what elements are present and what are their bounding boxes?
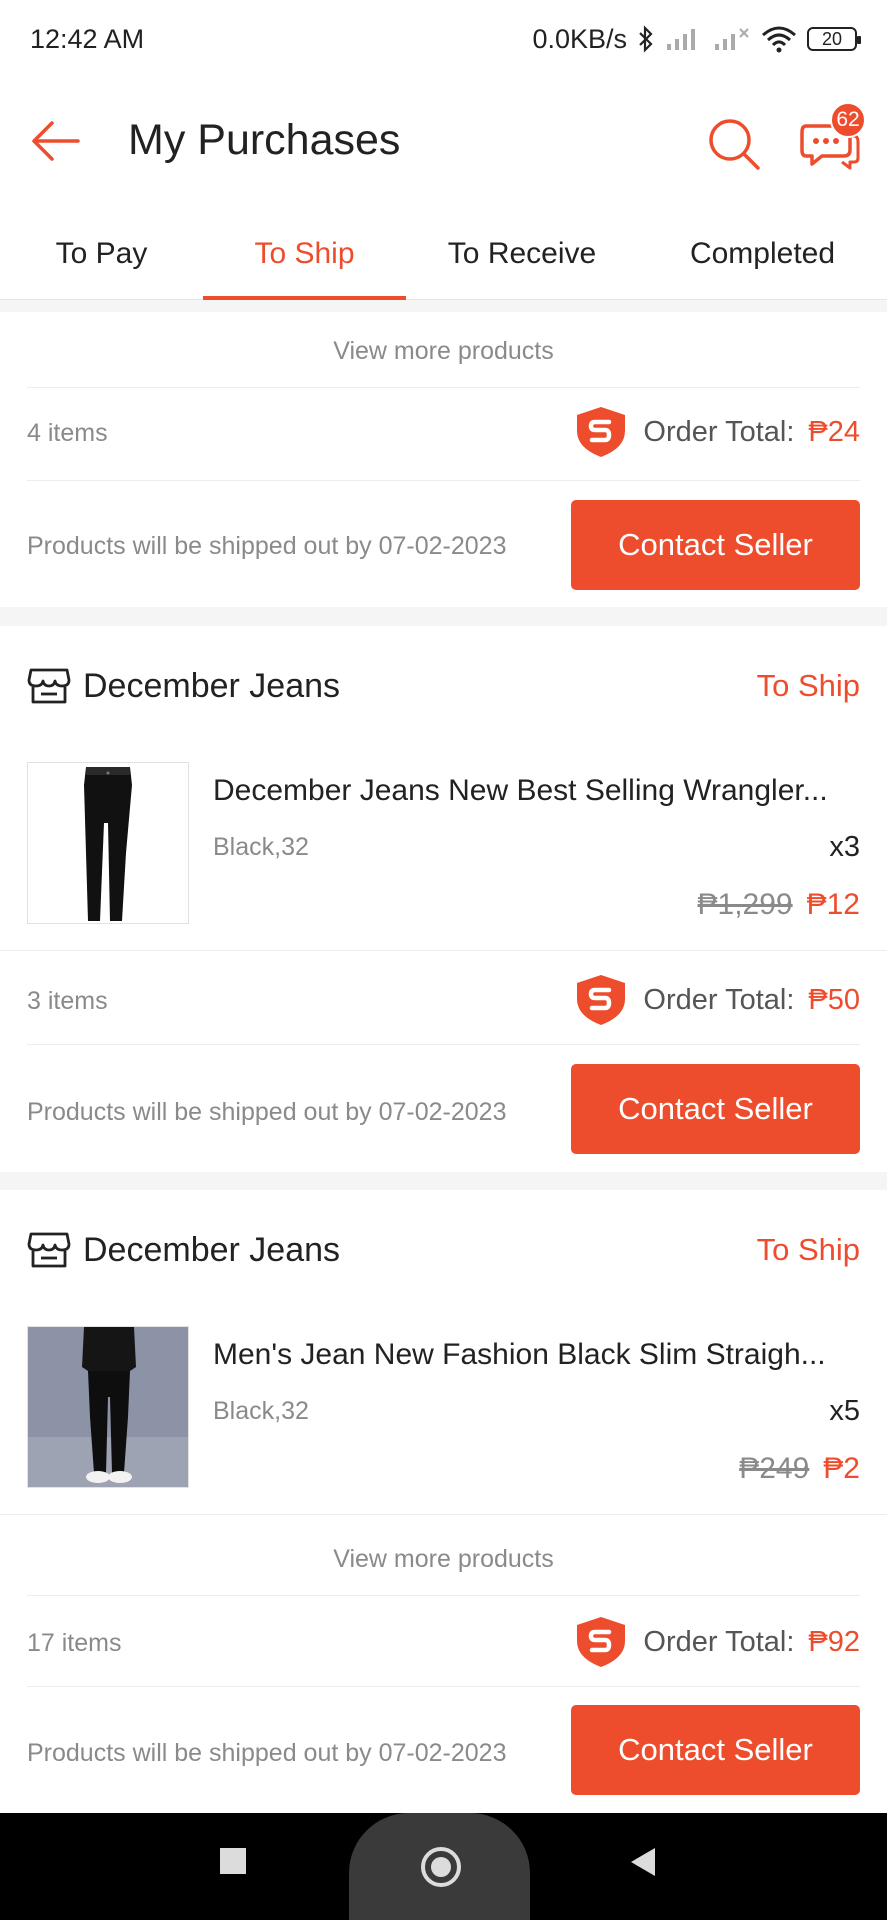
home-circle-icon bbox=[421, 1847, 461, 1887]
back-triangle-icon bbox=[631, 1848, 655, 1876]
order-card: December Jeans To Ship Men's Jean New Fa… bbox=[0, 1190, 887, 1813]
order-total-amount: ₱24 bbox=[808, 415, 860, 448]
ship-by-note: Products will be shipped out by 07-02-20… bbox=[27, 532, 507, 560]
tab-label: To Ship bbox=[254, 237, 355, 270]
order-total: Order Total: ₱50 bbox=[573, 972, 860, 1028]
product-thumbnail[interactable] bbox=[27, 1326, 189, 1488]
chat-badge: 62 bbox=[830, 102, 866, 138]
product-name[interactable]: Men's Jean New Fashion Black Slim Straig… bbox=[213, 1338, 860, 1372]
status-bar: 12:42 AM 0.0KB/s 20 bbox=[0, 0, 887, 78]
product-variant: Black,32 bbox=[213, 1397, 309, 1425]
shopee-guarantee-shield-icon bbox=[577, 407, 626, 457]
product-quantity: x5 bbox=[829, 1395, 860, 1427]
original-price: ₱1,299 bbox=[697, 888, 793, 921]
order-total-amount: ₱50 bbox=[808, 983, 860, 1016]
signal-icon bbox=[667, 29, 695, 50]
bluetooth-icon bbox=[639, 25, 653, 53]
divider bbox=[27, 1044, 860, 1045]
divider bbox=[27, 387, 860, 388]
wifi-icon bbox=[762, 26, 796, 53]
divider bbox=[0, 1514, 887, 1515]
contact-seller-button[interactable]: Contact Seller bbox=[571, 500, 860, 590]
sale-price: ₱2 bbox=[823, 1452, 860, 1485]
shopee-guarantee-shield-icon bbox=[577, 975, 626, 1025]
tab-label: Completed bbox=[689, 237, 836, 270]
order-total-label: Order Total: bbox=[643, 415, 795, 448]
view-more-products-link[interactable]: View more products bbox=[0, 337, 887, 366]
order-total: Order Total: ₱24 bbox=[573, 404, 860, 460]
back-button[interactable] bbox=[28, 118, 82, 164]
recents-square-icon bbox=[220, 1848, 246, 1874]
product-name[interactable]: December Jeans New Best Selling Wrangler… bbox=[213, 774, 860, 808]
items-count: 4 items bbox=[27, 419, 108, 447]
shop-name: December Jeans bbox=[83, 666, 341, 705]
divider bbox=[27, 1686, 860, 1687]
tab-label: To Pay bbox=[55, 237, 148, 270]
search-icon bbox=[709, 119, 760, 170]
shop-store-icon bbox=[27, 668, 71, 704]
model-in-black-jeans-product-image bbox=[28, 1327, 188, 1487]
tab-to-receive[interactable]: To Receive bbox=[406, 208, 638, 300]
order-total-label: Order Total: bbox=[643, 1625, 795, 1658]
order-status: To Ship bbox=[756, 668, 860, 703]
contact-seller-button[interactable]: Contact Seller bbox=[571, 1064, 860, 1154]
order-status-tabs: To Pay To Ship To Receive Completed bbox=[0, 208, 887, 300]
order-card: View more products 4 items Order Total: … bbox=[0, 312, 887, 607]
system-nav-bar bbox=[0, 1813, 887, 1920]
tab-to-pay[interactable]: To Pay bbox=[0, 208, 203, 300]
home-button[interactable] bbox=[416, 1842, 466, 1892]
ship-by-note: Products will be shipped out by 07-02-20… bbox=[27, 1098, 507, 1126]
order-list[interactable]: View more products 4 items Order Total: … bbox=[0, 300, 887, 1813]
battery-icon: 20 bbox=[807, 27, 861, 51]
sale-price: ₱12 bbox=[806, 888, 860, 921]
back-system-button[interactable] bbox=[628, 1846, 658, 1878]
product-quantity: x3 bbox=[829, 831, 860, 863]
product-variant: Black,32 bbox=[213, 833, 309, 861]
product-thumbnail[interactable] bbox=[27, 762, 189, 924]
view-more-products-link[interactable]: View more products bbox=[0, 1545, 887, 1574]
back-arrow-icon bbox=[32, 121, 80, 161]
status-icons: 0.0KB/s 20 bbox=[532, 23, 861, 55]
original-price: ₱249 bbox=[739, 1452, 810, 1485]
chat-button[interactable]: 62 bbox=[800, 102, 866, 172]
status-time: 12:42 AM bbox=[30, 23, 145, 54]
recents-button[interactable] bbox=[218, 1846, 248, 1876]
tab-completed[interactable]: Completed bbox=[638, 208, 887, 300]
contact-seller-button[interactable]: Contact Seller bbox=[571, 1705, 860, 1795]
order-total-label: Order Total: bbox=[643, 983, 795, 1016]
product-price: ₱249 ₱2 bbox=[739, 1452, 860, 1486]
shop-header[interactable]: December Jeans To Ship bbox=[27, 656, 860, 716]
divider bbox=[27, 1595, 860, 1596]
ship-by-note: Products will be shipped out by 07-02-20… bbox=[27, 1739, 507, 1767]
shop-name: December Jeans bbox=[83, 1230, 341, 1269]
items-count: 3 items bbox=[27, 987, 108, 1015]
order-card: December Jeans To Ship December Jeans Ne… bbox=[0, 626, 887, 1172]
items-count: 17 items bbox=[27, 1629, 122, 1657]
app-header: My Purchases 62 bbox=[0, 78, 887, 208]
page-title: My Purchases bbox=[128, 116, 401, 164]
divider bbox=[0, 950, 887, 951]
shopee-guarantee-shield-icon bbox=[577, 1617, 626, 1667]
black-jeans-product-image bbox=[28, 763, 188, 923]
signal-x-icon bbox=[715, 28, 749, 50]
search-button[interactable] bbox=[706, 116, 762, 172]
battery-level: 20 bbox=[821, 28, 843, 49]
order-total-amount: ₱92 bbox=[808, 1625, 860, 1658]
tab-to-ship[interactable]: To Ship bbox=[203, 208, 406, 300]
order-status: To Ship bbox=[756, 1232, 860, 1267]
order-total: Order Total: ₱92 bbox=[573, 1614, 860, 1670]
divider bbox=[27, 480, 860, 481]
product-price: ₱1,299 ₱12 bbox=[698, 888, 860, 922]
shop-store-icon bbox=[27, 1232, 71, 1268]
tab-label: To Receive bbox=[447, 237, 597, 270]
shop-header[interactable]: December Jeans To Ship bbox=[27, 1220, 860, 1280]
network-speed: 0.0KB/s bbox=[532, 23, 627, 54]
